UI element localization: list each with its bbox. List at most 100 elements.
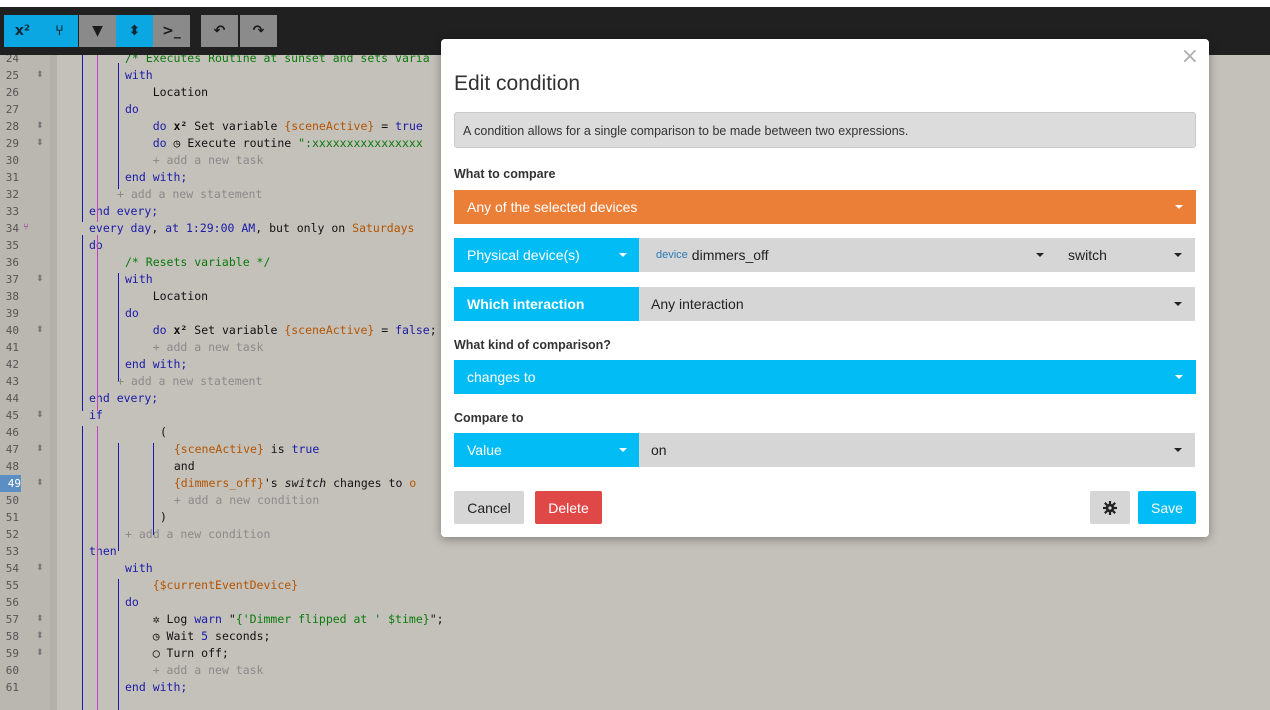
line-number: 46 [5,426,19,439]
code-text: ✲ Log warn "{'Dimmer flipped at ' $time}… [125,612,444,626]
filter-icon[interactable]: ▼ [79,15,116,47]
line-number: 51 [5,511,19,524]
chevron-down-icon [1174,302,1182,306]
what-to-compare-value: Any of the selected devices [467,199,638,215]
info-box: A condition allows for a single comparis… [454,112,1196,148]
code-text: do [89,238,103,252]
drag-handle-icon[interactable]: ⬍ [36,445,44,454]
line-number: 24 [5,55,19,65]
line-number: 47 [5,443,19,456]
code-line[interactable]: 58 ⬍ ◷ Wait 5 seconds; [0,628,1270,645]
drag-handle-icon[interactable]: ⬍ [36,615,44,624]
drag-handle-icon[interactable]: ⬍ [36,649,44,658]
code-text: with [125,272,153,286]
line-number: 27 [5,103,19,116]
code-line[interactable]: 56 do [0,594,1270,611]
interaction-select[interactable]: Any interaction [639,287,1195,321]
code-text: {$currentEventDevice} [152,578,299,592]
fork-icon[interactable]: ⑂ [41,15,78,47]
drag-handle-icon[interactable]: ⬍ [36,479,44,488]
line-number: 48 [5,460,19,473]
line-number: 58 [5,630,19,643]
code-text: {dimmers_off}'s switch changes to o [173,476,417,490]
compare-to-value-select[interactable]: on [639,433,1195,467]
compare-to-label: Compare to [454,411,524,425]
chevron-down-icon [619,253,627,257]
save-button[interactable]: Save [1138,491,1196,524]
line-number: 43 [5,375,19,388]
line-number: 55 [5,579,19,592]
undo-icon[interactable]: ↶ [201,15,238,47]
expand-collapse-icon[interactable]: ⬍ [116,15,153,47]
close-icon[interactable]: × [1181,45,1199,69]
window-top-strip [0,0,1270,7]
code-text: do [125,595,139,609]
code-line[interactable]: 55 {$currentEventDevice} [0,577,1270,594]
device-tag: device [656,249,688,261]
code-text: end with; [125,170,188,184]
drag-handle-icon[interactable]: ⬍ [36,326,44,335]
device-select[interactable]: device dimmers_off [639,238,1055,272]
code-line[interactable]: 60 + add a new task [0,662,1270,679]
drag-handle-icon[interactable]: ⬍ [36,275,44,284]
drag-handle-icon[interactable]: ⬍ [36,139,44,148]
device-name: dimmers_off [691,247,769,263]
what-to-compare-select[interactable]: Any of the selected devices [454,190,1196,224]
line-number: 40 [5,324,19,337]
line-number: 32 [5,188,19,201]
drag-handle-icon[interactable]: ⬍ [36,411,44,420]
code-line[interactable]: 59 ⬍ ◯ Turn off; [0,645,1270,662]
code-line[interactable]: 54 ⬍ with [0,560,1270,577]
branch-icon: ⑂ [23,222,29,233]
cancel-button[interactable]: Cancel [454,491,524,524]
chevron-down-icon [1036,253,1044,257]
code-text: + add a new statement [117,187,263,201]
edit-condition-dialog: × Edit condition A condition allows for … [441,39,1209,537]
comparison-select[interactable]: changes to [454,360,1196,394]
code-text: + add a new task [152,663,264,677]
line-number: 33 [5,205,19,218]
settings-button[interactable] [1090,491,1130,524]
chevron-down-icon [1175,375,1183,379]
code-line[interactable]: 57 ⬍ ✲ Log warn "{'Dimmer flipped at ' $t… [0,611,1270,628]
code-text: end every; [89,391,159,405]
code-text: + add a new condition [173,493,320,507]
code-text: ◯ Turn off; [125,646,229,660]
line-number: 39 [5,307,19,320]
drag-handle-icon[interactable]: ⬍ [36,122,44,131]
line-number: 31 [5,171,19,184]
line-number: 52 [5,528,19,541]
line-number: 56 [5,596,19,609]
code-text: Location [125,85,209,99]
drag-handle-icon[interactable]: ⬍ [36,564,44,573]
line-number: 28 [5,120,19,133]
console-icon[interactable]: >_ [153,15,190,47]
line-number: 53 [5,545,19,558]
line-number: 29 [5,137,19,150]
device-type-value: Physical device(s) [467,247,580,263]
drag-handle-icon[interactable]: ⬍ [36,71,44,80]
compare-to-type-value: Value [467,442,502,458]
line-number: 38 [5,290,19,303]
code-text: every day, at 1:29:00 AM, but only on Sa… [89,221,415,235]
code-text: do ◷ Execute routine ":xxxxxxxxxxxxxxxx [152,136,423,150]
delete-button[interactable]: Delete [535,491,602,524]
comparison-value: changes to [467,369,536,385]
redo-icon[interactable]: ↷ [240,15,277,47]
line-number: 35 [5,239,19,252]
device-type-select[interactable]: Physical device(s) [454,238,639,272]
drag-handle-icon[interactable]: ⬍ [36,632,44,641]
line-number: 25 [5,69,19,82]
line-number: 37 [5,273,19,286]
code-line[interactable]: 53 then [0,543,1270,560]
attribute-value: switch [1068,247,1107,263]
code-text: with [125,68,153,82]
compare-to-type-select[interactable]: Value [454,433,639,467]
code-text: + add a new task [152,153,264,167]
code-line[interactable]: 61 end with; [0,679,1270,696]
attribute-select[interactable]: switch [1055,238,1195,272]
code-text: do x² Set variable {sceneActive} = true [152,119,423,133]
chevron-down-icon [619,448,627,452]
what-to-compare-label: What to compare [454,167,556,181]
variables-button[interactable]: x² [4,15,41,47]
